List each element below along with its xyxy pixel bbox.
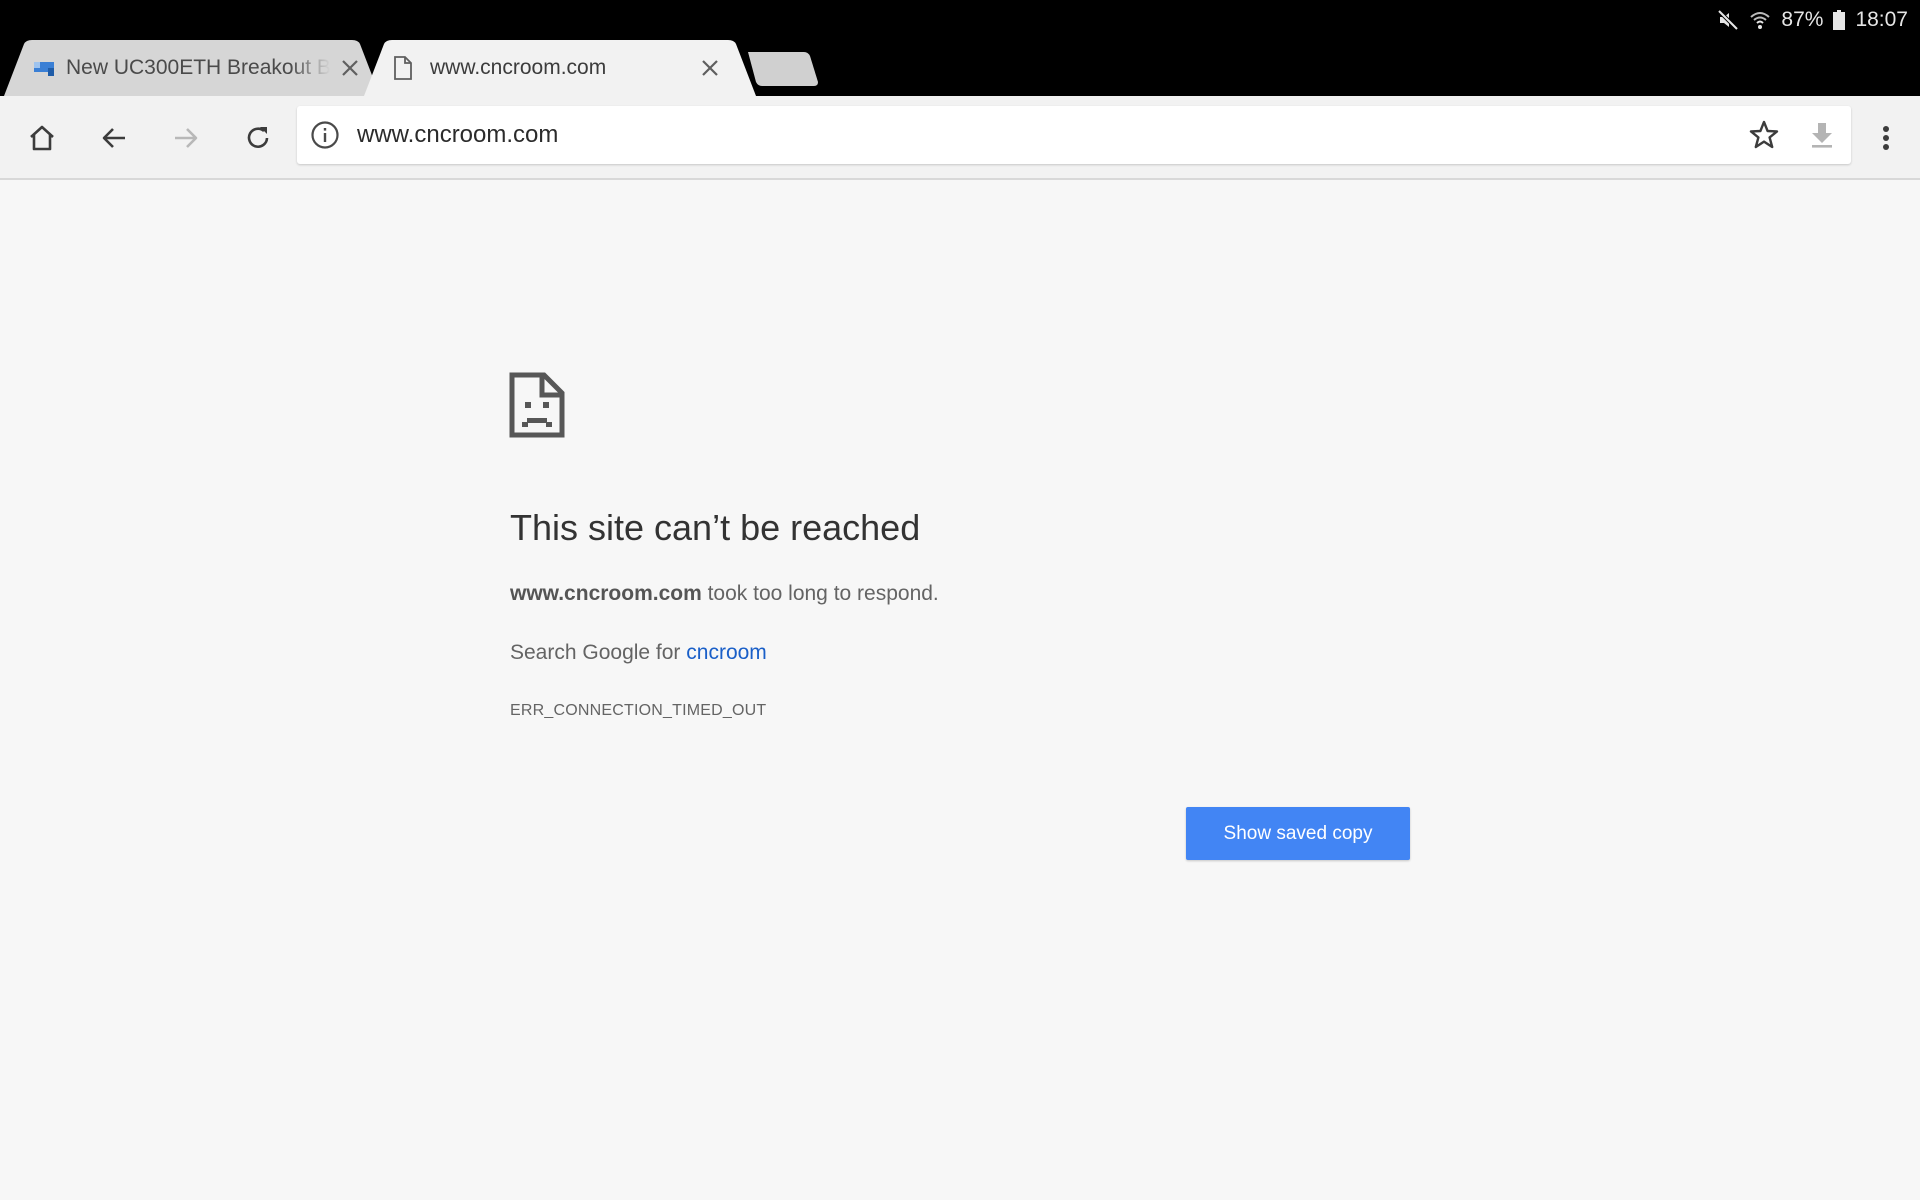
search-link[interactable]: cncroom [686,641,767,664]
tab-title: New UC300ETH Breakout Bo [66,56,330,79]
show-saved-copy-button[interactable]: Show saved copy [1186,807,1410,860]
more-vert-icon [1883,126,1889,150]
error-summary: www.cncroom.com took too long to respond… [510,582,939,606]
error-code: ERR_CONNECTION_TIMED_OUT [510,702,767,719]
tab-uc300eth[interactable]: New UC300ETH Breakout Bo [4,40,380,96]
clock: 18:07 [1855,8,1908,31]
menu-button[interactable] [1864,116,1908,160]
page-icon [392,55,414,81]
search-suggestion: Search Google for cncroom [510,641,767,665]
forward-arrow-icon [175,128,198,148]
search-prefix: Search Google for [510,641,687,664]
download-icon[interactable] [1805,118,1839,152]
battery-icon [1833,10,1846,30]
new-tab-button[interactable] [748,52,818,86]
home-button[interactable] [20,116,64,160]
back-arrow-icon [102,128,125,148]
error-page: This site can’t be reached www.cncroom.c… [0,181,1920,1200]
tab-strip: 87% 18:07 New UC300ETH Breakout Bo www.c… [0,0,1920,96]
site-favicon-icon [30,54,58,82]
reload-button[interactable] [236,116,280,160]
forward-button[interactable] [164,116,208,160]
bookmark-star-icon[interactable] [1747,118,1781,152]
back-button[interactable] [92,116,136,160]
home-icon [30,125,54,151]
toolbar: www.cncroom.com [0,96,1920,180]
close-tab-icon[interactable] [698,56,722,80]
sad-page-icon [509,372,565,438]
reload-icon [247,127,269,148]
address-bar[interactable]: www.cncroom.com [297,106,1851,164]
error-heading: This site can’t be reached [510,507,921,548]
url-text[interactable]: www.cncroom.com [357,106,558,164]
battery-percent: 87% [1781,8,1824,31]
error-summary-text: took too long to respond. [701,582,939,605]
mute-icon [1717,9,1739,31]
tab-cncroom[interactable]: www.cncroom.com [364,40,756,96]
error-host: www.cncroom.com [510,582,702,605]
close-tab-icon[interactable] [338,56,362,80]
status-bar: 87% 18:07 [1717,6,1908,34]
site-info-icon[interactable] [310,120,340,150]
wifi-icon [1749,9,1771,31]
tab-title: www.cncroom.com [430,56,607,79]
